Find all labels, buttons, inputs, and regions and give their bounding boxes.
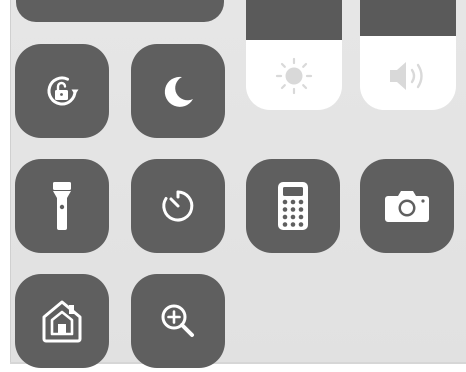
sun-icon <box>246 56 342 96</box>
magnifier-button[interactable] <box>131 274 225 368</box>
rotation-lock-button[interactable] <box>15 44 109 138</box>
speaker-icon <box>360 56 456 96</box>
magnifier-icon <box>156 299 200 343</box>
camera-button[interactable] <box>360 159 454 253</box>
calculator-icon <box>275 180 311 232</box>
rotation-lock-icon <box>40 69 84 113</box>
volume-slider[interactable] <box>360 0 456 110</box>
home-button[interactable] <box>15 274 109 368</box>
moon-icon <box>156 69 200 113</box>
control-center-screen <box>0 0 466 372</box>
brightness-slider-track <box>246 0 342 40</box>
do-not-disturb-button[interactable] <box>131 44 225 138</box>
timer-icon <box>156 184 200 228</box>
calculator-button[interactable] <box>246 159 340 253</box>
brightness-slider[interactable] <box>246 0 342 110</box>
camera-icon <box>383 186 431 226</box>
flashlight-icon <box>42 176 82 236</box>
home-icon <box>38 297 86 345</box>
top-module-partial[interactable] <box>16 0 224 22</box>
flashlight-button[interactable] <box>15 159 109 253</box>
volume-slider-track <box>360 0 456 36</box>
timer-button[interactable] <box>131 159 225 253</box>
